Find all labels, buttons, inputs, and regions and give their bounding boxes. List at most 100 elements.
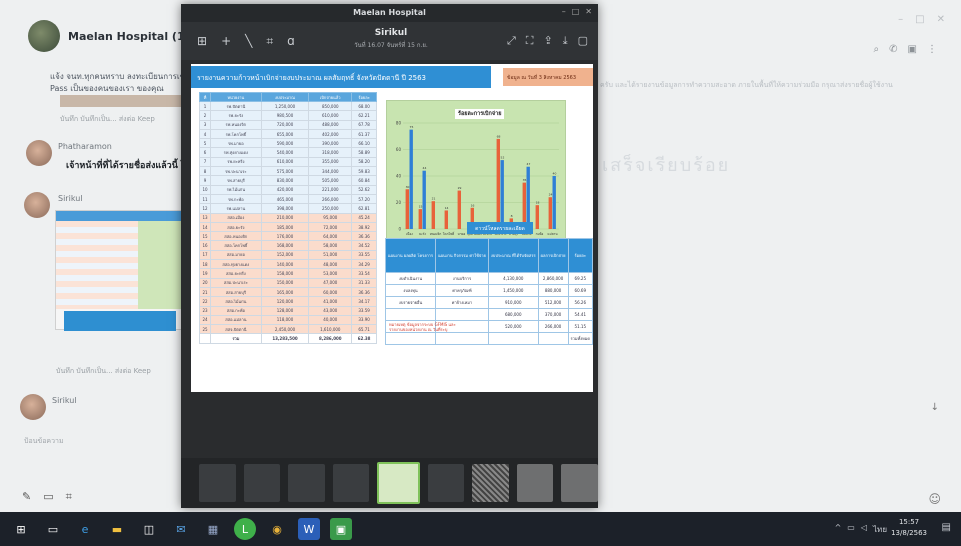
table-cell: 17 bbox=[198, 249, 212, 261]
viewer-window-controls: – □ ✕ bbox=[562, 7, 592, 16]
data-label: 52 bbox=[501, 156, 505, 160]
image-message-thumbnail[interactable] bbox=[55, 210, 185, 331]
table-cell: 36.36 bbox=[351, 286, 377, 298]
notification-icon[interactable]: ▤ bbox=[942, 522, 951, 533]
chrome-icon[interactable]: ◉ bbox=[266, 518, 288, 540]
add-icon[interactable]: + bbox=[221, 34, 231, 49]
announcement-image[interactable] bbox=[60, 95, 185, 107]
search-icon[interactable]: ⌕ bbox=[874, 44, 880, 55]
summary-cell: ค่าจ้างเหมา bbox=[435, 296, 489, 309]
summary-cell: 512,000 bbox=[537, 296, 569, 309]
store-icon[interactable]: ◫ bbox=[138, 518, 160, 540]
save-icon[interactable]: ▢ bbox=[578, 34, 588, 48]
table-header-cell: หน่วยงาน bbox=[210, 92, 262, 102]
mail-icon[interactable]: ✉ bbox=[170, 518, 192, 540]
emoji-icon[interactable]: ☺ bbox=[928, 492, 941, 506]
task-view-icon[interactable]: ▭ bbox=[42, 518, 64, 540]
fit-icon[interactable]: ⤢ bbox=[507, 34, 516, 48]
y-tick-label: 0 bbox=[398, 227, 401, 232]
table-header-cell: เบิกจ่ายแล้ว bbox=[308, 92, 353, 102]
y-tick-label: 80 bbox=[396, 121, 402, 126]
bar bbox=[526, 166, 530, 229]
greenshot-icon[interactable]: ▣ bbox=[330, 518, 352, 540]
table-cell: 318,000 bbox=[308, 147, 353, 158]
thumbnail[interactable] bbox=[243, 464, 281, 502]
table-cell: 402,000 bbox=[308, 128, 353, 140]
more-icon[interactable]: ⋮ bbox=[927, 44, 937, 55]
table-cell: 398,000 bbox=[260, 203, 310, 214]
pen-icon[interactable]: ╲ bbox=[245, 34, 252, 49]
message-bubble[interactable]: เจ้าหน้าที่ที่ได้รายชื่อส่งแล้วนี้ ไ bbox=[66, 158, 186, 172]
download-icon[interactable]: ⤓ bbox=[563, 34, 568, 48]
attach-icon[interactable]: ✎ bbox=[22, 490, 31, 504]
bar bbox=[500, 160, 504, 229]
table-cell: 60.84 bbox=[351, 175, 377, 186]
fullscreen-icon[interactable]: ⛶ bbox=[526, 34, 534, 48]
background-message-text: ครับ และได้รายงานข้อมูลการทำความสะอาด ภา… bbox=[600, 81, 893, 89]
table-cell: 13 bbox=[198, 212, 212, 223]
table-cell: รพ.หนองจิก bbox=[210, 119, 262, 130]
table-cell: 1,610,000 bbox=[308, 324, 353, 335]
scroll-down-icon[interactable]: ↓ bbox=[931, 402, 939, 413]
phone-icon[interactable]: ✆ bbox=[889, 44, 897, 55]
table-cell: สสอ.ทุ่งยางแดง bbox=[210, 259, 262, 270]
thumbnail[interactable] bbox=[516, 464, 554, 502]
y-tick-label: 20 bbox=[396, 200, 402, 205]
thumbnail[interactable] bbox=[199, 464, 236, 502]
table-row: 19 สสอ.ยะหริ่ง 158,000 53,000 33.54 bbox=[198, 268, 377, 279]
close-icon[interactable]: ✕ bbox=[585, 7, 592, 16]
table-row: 3 รพ.หนองจิก 720,000 488,000 67.78 bbox=[198, 119, 377, 130]
network-icon[interactable]: ▭ bbox=[847, 523, 855, 536]
data-label: 44 bbox=[423, 166, 427, 170]
language-indicator[interactable]: ไทย bbox=[873, 523, 887, 536]
share-icon[interactable]: ⇪ bbox=[544, 34, 553, 48]
table-cell: 57.20 bbox=[351, 193, 377, 205]
close-icon[interactable]: ✕ bbox=[937, 14, 945, 25]
file-explorer-icon[interactable]: ▬ bbox=[106, 518, 128, 540]
minimize-icon[interactable]: – bbox=[562, 7, 566, 16]
bar bbox=[496, 138, 500, 229]
table-cell: 152,000 bbox=[260, 249, 310, 261]
album-icon[interactable]: ▣ bbox=[908, 44, 917, 55]
message-actions[interactable]: บันทึก บันทึกเป็น... ส่งต่อ Keep bbox=[56, 366, 151, 377]
line-app-icon[interactable]: L bbox=[234, 518, 256, 540]
calculator-icon[interactable]: ▦ bbox=[202, 518, 224, 540]
start-icon[interactable]: ⊞ bbox=[10, 518, 32, 540]
thumbnail[interactable] bbox=[427, 464, 465, 502]
table-cell: สสอ.โคกโพธิ์ bbox=[210, 240, 262, 251]
thumbnail[interactable] bbox=[288, 464, 325, 502]
table-cell: 67.78 bbox=[351, 119, 377, 130]
sender-avatar[interactable] bbox=[24, 192, 50, 218]
y-tick-label: 40 bbox=[396, 174, 402, 179]
edge-icon[interactable]: e bbox=[74, 518, 96, 540]
thumbnail-active[interactable] bbox=[377, 462, 420, 504]
thumbnail[interactable] bbox=[332, 464, 370, 502]
table-cell: 2,450,000 bbox=[260, 324, 310, 335]
grid-icon[interactable]: ⊞ bbox=[197, 34, 207, 49]
thumbnail[interactable] bbox=[561, 464, 598, 502]
table-row: 23 สสอ.กะพ้อ 128,000 43,000 33.59 bbox=[198, 305, 377, 316]
maximize-icon[interactable]: □ bbox=[915, 14, 924, 25]
chevron-up-icon[interactable]: ^ bbox=[835, 523, 842, 536]
table-cell: 390,000 bbox=[308, 138, 353, 149]
bookmark-icon[interactable]: ▭ bbox=[43, 490, 53, 504]
text-icon[interactable]: ɑ bbox=[287, 34, 295, 49]
maximize-icon[interactable]: □ bbox=[572, 7, 580, 16]
clock[interactable]: 15:57 13/8/2563 bbox=[891, 517, 927, 539]
sender-avatar[interactable] bbox=[26, 140, 52, 166]
summary-cell: 54.41 bbox=[567, 308, 593, 321]
screenshot-icon[interactable]: ⌗ bbox=[66, 490, 72, 504]
group-avatar[interactable] bbox=[28, 20, 60, 52]
table-cell: 120,000 bbox=[260, 296, 310, 307]
table-cell: 16 bbox=[198, 240, 212, 251]
minimize-icon[interactable]: – bbox=[898, 14, 903, 25]
table-row: 14 สสอ.ยะรัง 185,000 72,000 38.92 bbox=[198, 221, 377, 233]
crop-icon[interactable]: ⌗ bbox=[266, 34, 273, 49]
table-cell: 980,500 bbox=[260, 110, 310, 121]
word-icon[interactable]: W bbox=[298, 518, 320, 540]
sender-avatar[interactable] bbox=[20, 394, 46, 420]
volume-icon[interactable]: ◁ bbox=[861, 523, 867, 536]
message-input[interactable]: ป้อนข้อความ bbox=[24, 436, 64, 447]
thumbnail-qr[interactable] bbox=[472, 464, 509, 502]
message-actions[interactable]: บันทึก บันทึกเป็น... ส่งต่อ Keep bbox=[60, 114, 155, 125]
